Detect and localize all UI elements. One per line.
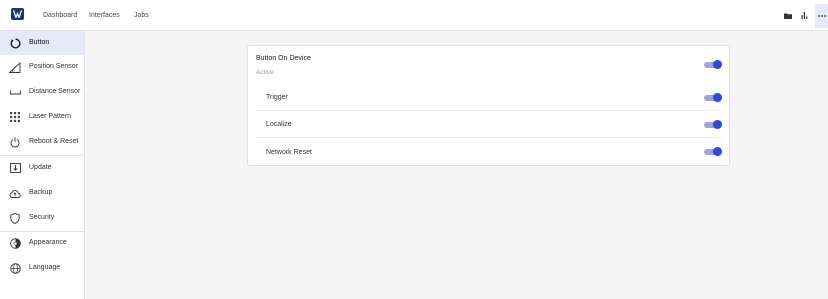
trigger-label: Trigger [266,94,288,101]
card-subtitle: Active [256,69,274,76]
trigger-toggle[interactable] [704,93,722,102]
sidebar-item-label: Reboot & Reset [29,138,79,145]
sidebar-item-button[interactable]: Button [0,31,84,55]
localize-toggle[interactable] [704,120,722,129]
sidebar-item-distance-sensor[interactable]: Distance Sensor [0,80,84,104]
sidebar-item-position-sensor[interactable]: Position Sensor [0,55,84,79]
nav-jobs[interactable]: Jobs [134,12,149,19]
shield-icon [9,212,21,224]
sidebar-item-label: Distance Sensor [29,88,81,95]
sidebar-item-label: Update [29,164,52,171]
sidebar-item-label: Position Sensor [29,63,79,70]
globe-icon [9,262,21,274]
sidebar-item-label: Security [29,214,55,221]
button-icon [9,37,21,49]
card-title: Button On Device [256,55,311,62]
sidebar-item-update[interactable]: Update [0,156,84,180]
sidebar-item-label: Laser Pattern [29,113,72,120]
sidebar-item-backup[interactable]: Backup [0,181,84,205]
sidebar: Button Position Sensor Distance Sensor L… [0,31,85,299]
sidebar-item-security[interactable]: Security [0,206,84,230]
laser-pattern-icon [9,111,21,123]
sidebar-item-reboot-reset[interactable]: Reboot & Reset [0,130,84,154]
update-icon [9,162,21,174]
row-divider [256,137,723,138]
sidebar-item-label: Appearance [29,239,67,246]
nav-dashboard[interactable]: Dashboard [43,12,77,19]
button-settings-card: Button On Device Active Trigger Localize… [247,45,730,166]
sidebar-item-label: Language [29,264,61,271]
cloud-upload-icon [9,187,21,199]
sidebar-item-appearance[interactable]: Appearance [0,231,84,255]
bar-chart-icon[interactable] [800,11,809,20]
button-on-device-toggle[interactable] [704,60,722,69]
more-icon [817,15,826,17]
more-button[interactable] [815,4,828,28]
logo-icon[interactable] [11,8,24,20]
nav-interfaces[interactable]: Interfaces [89,12,120,19]
sidebar-item-label: Button [29,39,50,46]
row-divider [256,110,723,111]
folder-icon[interactable] [783,11,792,20]
top-bar: Dashboard Interfaces Jobs [0,0,828,31]
position-sensor-icon [9,61,21,73]
power-icon [9,136,21,148]
distance-sensor-icon [9,86,21,98]
network-reset-label: Network Reset [266,149,312,156]
sidebar-item-language[interactable]: Language [0,256,84,280]
localize-label: Localize [266,121,292,128]
sidebar-item-label: Backup [29,189,53,196]
network-reset-toggle[interactable] [704,147,722,156]
sidebar-item-laser-pattern[interactable]: Laser Pattern [0,105,84,129]
appearance-icon [9,237,21,249]
